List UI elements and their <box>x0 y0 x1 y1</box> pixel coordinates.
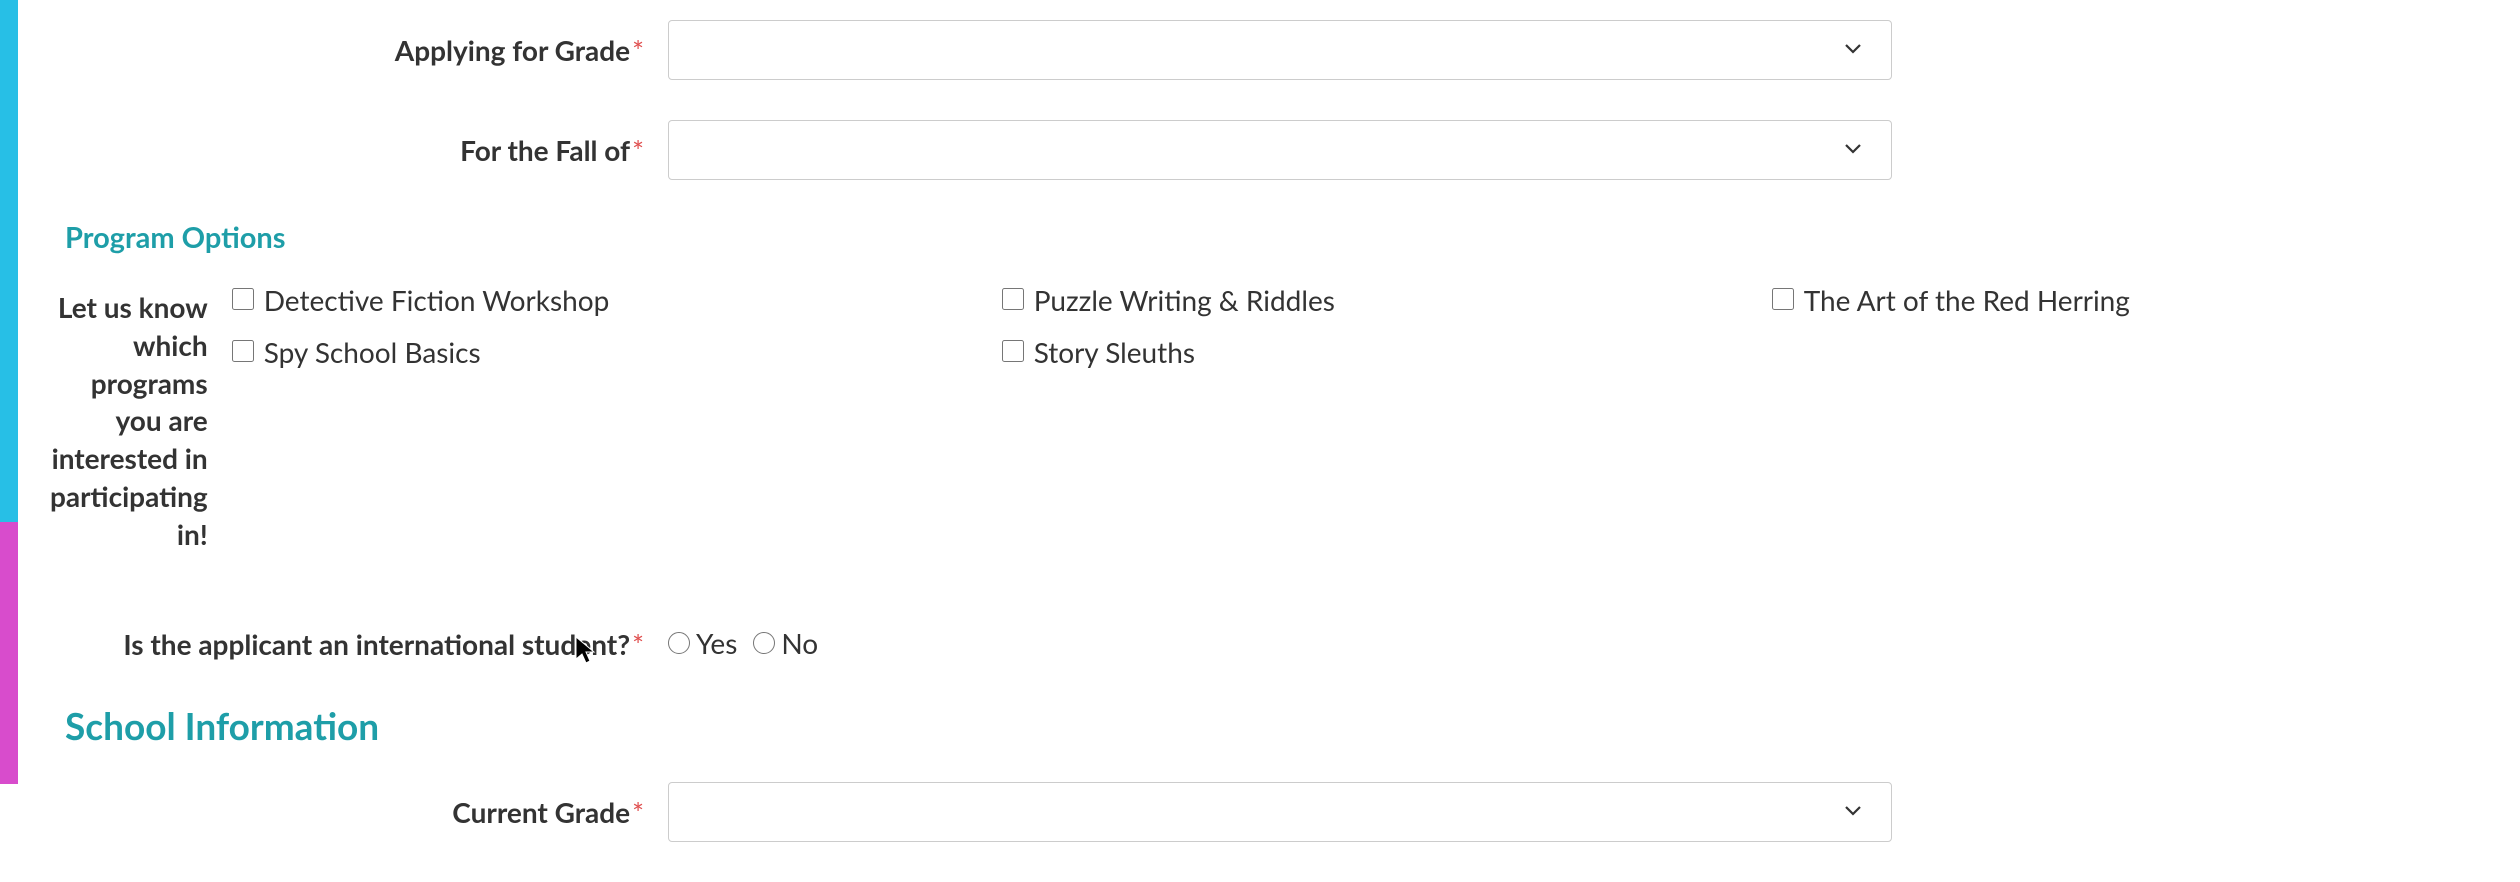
radio-yes[interactable]: Yes <box>668 626 737 660</box>
label-text-current-grade: Current Grade <box>452 795 630 829</box>
checkbox-puzzle-writing[interactable]: Puzzle Writing & Riddles <box>1002 283 1772 317</box>
form-container: Applying for Grade* For the Fall of* Pro… <box>50 0 2520 882</box>
input-col-applying-grade <box>668 20 1892 80</box>
checkbox-input-puzzle-writing[interactable] <box>1002 288 1024 310</box>
input-col-international: Yes No <box>668 614 818 660</box>
row-international: Is the applicant an international studen… <box>50 614 2520 664</box>
checkbox-input-detective-fiction[interactable] <box>232 288 254 310</box>
input-col-programs: Detective Fiction Workshop Puzzle Writin… <box>232 283 2520 369</box>
heading-program-options: Program Options <box>50 220 2520 255</box>
label-text-applying-grade: Applying for Grade <box>395 33 630 67</box>
checkbox-story-sleuths[interactable]: Story Sleuths <box>1002 335 1772 369</box>
input-col-current-grade <box>668 782 1892 842</box>
select-current-grade[interactable] <box>668 782 1892 842</box>
row-programs: Let us know which programs you are inter… <box>50 283 2520 554</box>
checkbox-label: Story Sleuths <box>1034 335 1195 369</box>
label-current-grade: Current Grade* <box>50 782 668 832</box>
label-programs: Let us know which programs you are inter… <box>50 283 232 554</box>
row-current-grade: Current Grade* <box>50 782 2520 842</box>
required-marker: * <box>632 33 644 67</box>
checkbox-label: Spy School Basics <box>264 335 481 369</box>
row-applying-grade: Applying for Grade* <box>50 20 2520 80</box>
required-marker: * <box>632 795 644 829</box>
label-text-international: Is the applicant an international studen… <box>123 627 630 661</box>
radio-group-international: Yes No <box>668 626 818 660</box>
chevron-down-icon <box>1841 36 1865 64</box>
radio-input-yes[interactable] <box>668 632 690 654</box>
radio-label-no: No <box>781 626 818 660</box>
label-applying-grade: Applying for Grade* <box>50 20 668 70</box>
checkbox-grid: Detective Fiction Workshop Puzzle Writin… <box>232 283 2520 369</box>
left-color-stripe <box>0 0 18 784</box>
label-international: Is the applicant an international studen… <box>50 614 668 664</box>
heading-school-info: School Information <box>50 703 2520 748</box>
checkbox-label: Puzzle Writing & Riddles <box>1034 283 1335 317</box>
label-text-fall-of: For the Fall of <box>460 133 630 167</box>
checkbox-label: Detective Fiction Workshop <box>264 283 610 317</box>
checkbox-input-spy-school[interactable] <box>232 340 254 362</box>
checkbox-spy-school[interactable]: Spy School Basics <box>232 335 1002 369</box>
input-col-fall-of <box>668 120 1892 180</box>
radio-no[interactable]: No <box>753 626 818 660</box>
chevron-down-icon <box>1841 136 1865 164</box>
label-text-programs: Let us know which programs you are inter… <box>50 290 208 551</box>
checkbox-input-story-sleuths[interactable] <box>1002 340 1024 362</box>
stripe-magenta <box>0 522 18 784</box>
radio-input-no[interactable] <box>753 632 775 654</box>
checkbox-label: The Art of the Red Herring <box>1804 283 2130 317</box>
checkbox-input-red-herring[interactable] <box>1772 288 1794 310</box>
select-fall-of[interactable] <box>668 120 1892 180</box>
chevron-down-icon <box>1841 798 1865 826</box>
select-applying-grade[interactable] <box>668 20 1892 80</box>
required-marker: * <box>632 627 644 661</box>
checkbox-red-herring[interactable]: The Art of the Red Herring <box>1772 283 2520 317</box>
radio-label-yes: Yes <box>696 626 737 660</box>
label-fall-of: For the Fall of* <box>50 120 668 170</box>
row-fall-of: For the Fall of* <box>50 120 2520 180</box>
checkbox-detective-fiction[interactable]: Detective Fiction Workshop <box>232 283 1002 317</box>
stripe-cyan <box>0 0 18 522</box>
required-marker: * <box>632 133 644 167</box>
